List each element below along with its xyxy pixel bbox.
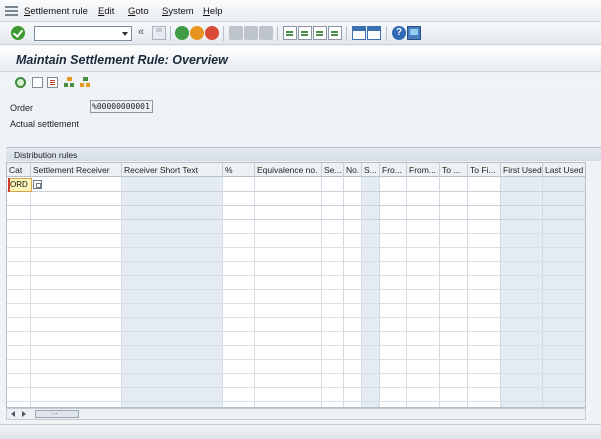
previous-page-icon[interactable] — [298, 26, 312, 40]
toolbar-separator — [277, 26, 278, 41]
row-divider — [7, 401, 585, 402]
hierarchy-2-icon[interactable] — [80, 77, 91, 88]
order-field[interactable]: %00000000001 — [90, 100, 153, 113]
column-header-percent[interactable]: % — [223, 163, 255, 177]
next-page-icon[interactable] — [313, 26, 327, 40]
table-right-edge — [586, 162, 601, 408]
menu-bar: Settlement rule Edit Goto System Help — [0, 0, 601, 22]
list-icon[interactable] — [47, 77, 58, 88]
row-divider — [7, 191, 585, 192]
exit-icon[interactable] — [190, 26, 204, 40]
column-header-se[interactable]: Se... — [322, 163, 344, 177]
row-divider — [7, 303, 585, 304]
column-header-last-used[interactable]: Last Used — [543, 163, 585, 177]
create-session-icon[interactable] — [352, 26, 366, 40]
menu-edit[interactable]: Edit — [98, 6, 114, 17]
column-header-from-period[interactable]: Fro... — [380, 163, 407, 177]
status-bar — [0, 424, 601, 439]
row-divider — [7, 261, 585, 262]
toolbar-separator — [346, 26, 347, 41]
cat-input[interactable]: ORD — [8, 178, 32, 192]
order-label: Order — [10, 103, 34, 113]
overview-icon[interactable] — [15, 77, 26, 88]
first-page-icon[interactable] — [283, 26, 297, 40]
horizontal-scrollbar[interactable] — [6, 407, 586, 420]
scroll-right-icon[interactable] — [22, 411, 26, 417]
actual-settlement-label: Actual settlement — [10, 119, 80, 129]
column-header-to-fiscal-year[interactable]: To Fi... — [468, 163, 501, 177]
row-divider — [7, 345, 585, 346]
application-toolbar — [0, 73, 601, 93]
toolbar-separator — [170, 26, 171, 41]
shortcut-icon[interactable] — [367, 26, 381, 40]
row-divider — [7, 387, 585, 388]
section-title: Distribution rules — [14, 150, 78, 160]
chevron-down-icon[interactable] — [122, 32, 128, 36]
save-icon[interactable] — [152, 26, 166, 40]
text-cursor — [8, 178, 10, 192]
menu-goto[interactable]: Goto — [128, 6, 149, 17]
find-icon[interactable] — [244, 26, 258, 40]
distribution-rules-table[interactable]: Cat Settlement Receiver Receiver Short T… — [6, 162, 586, 408]
column-header-equivalence-no[interactable]: Equivalence no. — [255, 163, 322, 177]
column-header-cat[interactable]: Cat — [7, 163, 31, 177]
row-divider — [7, 247, 585, 248]
cancel-icon[interactable] — [205, 26, 219, 40]
check-icon[interactable] — [11, 26, 25, 40]
command-field[interactable] — [34, 26, 132, 41]
last-page-icon[interactable] — [328, 26, 342, 40]
column-header-settlement-receiver[interactable]: Settlement Receiver — [31, 163, 122, 177]
title-bar: Maintain Settlement Rule: Overview — [0, 46, 601, 72]
menu-system[interactable]: System — [162, 6, 194, 17]
standard-toolbar: « ? — [0, 22, 601, 45]
column-header-from-year[interactable]: From... — [407, 163, 440, 177]
menu-settlement-rule[interactable]: Settlement rule — [24, 6, 88, 17]
distribution-rules-header: Distribution rules — [6, 147, 601, 161]
row-divider — [7, 331, 585, 332]
toolbar-separator — [223, 26, 224, 41]
menu-icon[interactable] — [5, 6, 18, 16]
help-icon[interactable]: ? — [392, 26, 406, 40]
create-icon[interactable] — [32, 77, 43, 88]
hierarchy-icon[interactable] — [64, 77, 75, 88]
column-header-s[interactable]: S... — [362, 163, 380, 177]
row-divider — [7, 289, 585, 290]
back-icon[interactable] — [175, 26, 189, 40]
row-divider — [7, 233, 585, 234]
print-icon[interactable] — [229, 26, 243, 40]
column-header-no[interactable]: No. — [344, 163, 362, 177]
double-chevron-left-icon[interactable]: « — [138, 26, 144, 38]
column-header-first-used[interactable]: First Used — [501, 163, 543, 177]
column-header-receiver-short-text[interactable]: Receiver Short Text — [122, 163, 223, 177]
column-header-to-period[interactable]: To ... — [440, 163, 468, 177]
page-title: Maintain Settlement Rule: Overview — [16, 53, 228, 67]
row-divider — [7, 317, 585, 318]
row-divider — [7, 359, 585, 360]
row-divider — [7, 275, 585, 276]
customize-layout-icon[interactable] — [407, 26, 421, 40]
row-divider — [7, 219, 585, 220]
row-divider — [7, 373, 585, 374]
find-next-icon[interactable] — [259, 26, 273, 40]
table-header: Cat Settlement Receiver Receiver Short T… — [7, 163, 585, 177]
value-help-icon[interactable] — [33, 180, 42, 189]
scroll-left-icon[interactable] — [11, 411, 15, 417]
scroll-thumb[interactable] — [35, 407, 79, 418]
row-divider — [7, 205, 585, 206]
menu-help[interactable]: Help — [203, 6, 223, 17]
toolbar-separator — [386, 26, 387, 41]
